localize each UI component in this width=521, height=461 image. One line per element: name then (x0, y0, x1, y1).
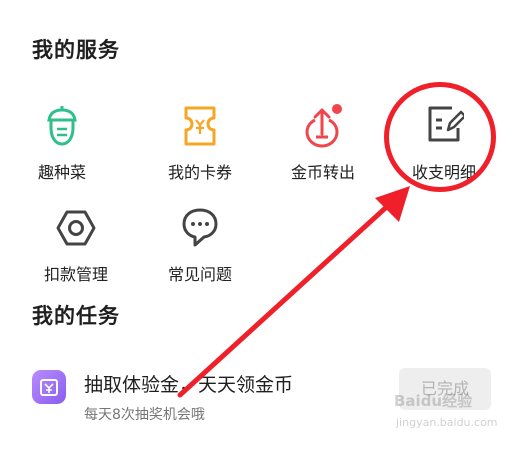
annotation-circle (384, 82, 496, 192)
service-label: 趣种菜 (37, 163, 86, 182)
tasks-section-title: 我的任务 (32, 304, 120, 328)
chat-bubble-icon (180, 206, 220, 250)
service-label: 扣款管理 (43, 265, 108, 284)
watermark: Baidu经验 jingyan.baidu.com (394, 386, 514, 446)
hexagon-nut-icon (56, 206, 96, 250)
service-label: 常见问题 (167, 265, 232, 284)
service-label: 我的卡券 (167, 163, 232, 182)
watermark-url: jingyan.baidu.com (396, 416, 498, 429)
watermark-text: Baidu经验 (394, 392, 473, 410)
coin-transfer-icon (303, 104, 343, 148)
services-section-title: 我的服务 (32, 38, 120, 62)
acorn-icon (42, 104, 82, 148)
lottery-icon (32, 370, 66, 404)
task-title: 抽取体验金，天天领金币 (84, 374, 294, 396)
task-subtitle: 每天8次抽奖机会哦 (84, 407, 205, 423)
coupon-icon (180, 104, 220, 148)
service-label: 金币转出 (290, 163, 355, 182)
